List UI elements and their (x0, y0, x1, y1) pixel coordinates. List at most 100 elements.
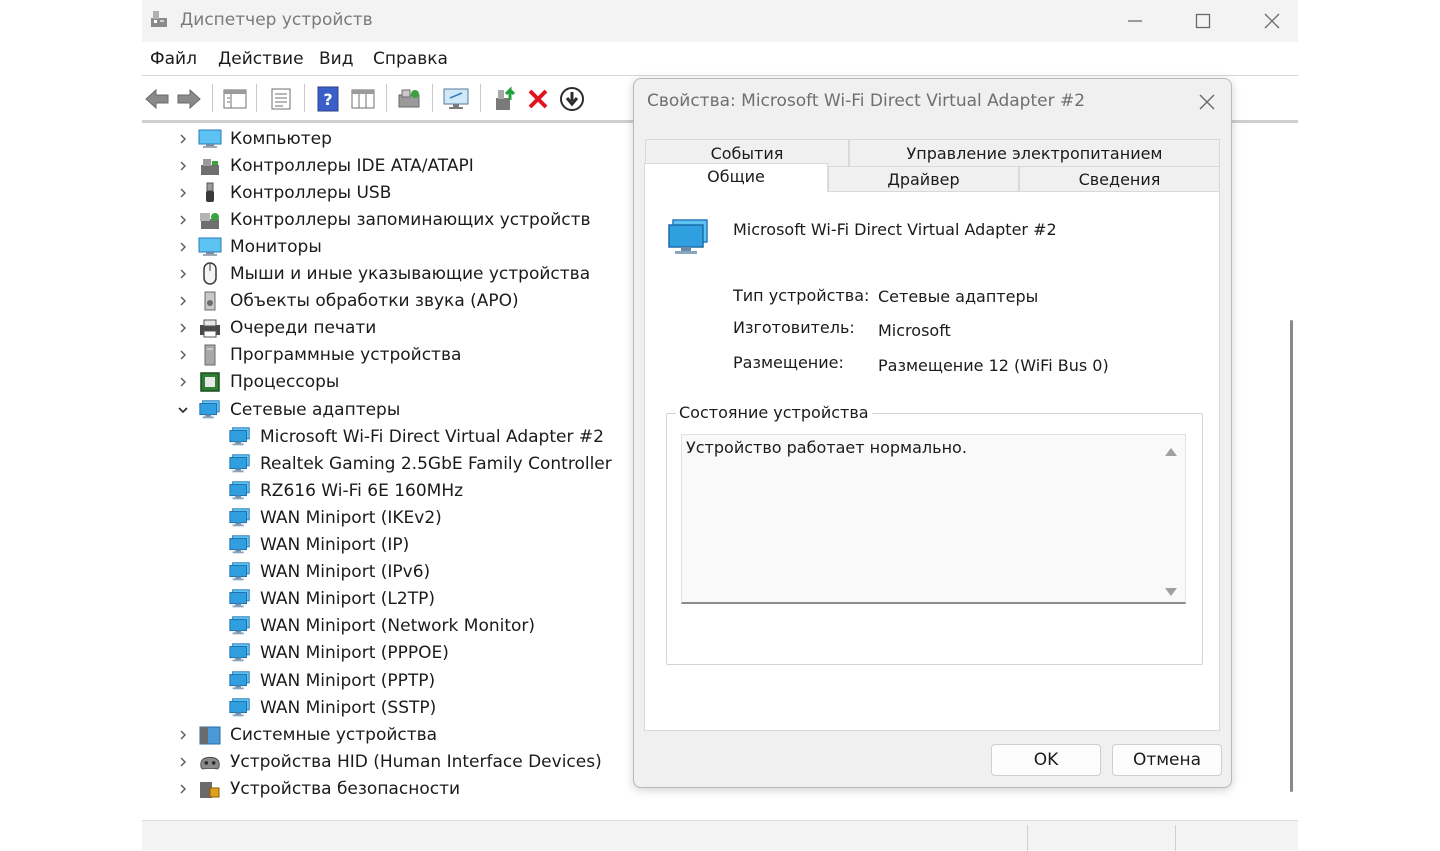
network-adapter-icon (228, 507, 252, 529)
menu-view[interactable]: Вид (319, 49, 353, 69)
uninstall-device-button[interactable] (523, 84, 553, 114)
tree-device-row[interactable]: WAN Miniport (PPTP) (228, 667, 435, 694)
tree-category-row[interactable]: Компьютер (174, 125, 332, 152)
chevron-right-icon[interactable] (174, 288, 192, 315)
toolbar-separator (212, 84, 213, 112)
device-type-label: Тип устройства: (733, 286, 870, 305)
minimize-button[interactable] (1112, 4, 1158, 38)
tab-details[interactable]: Сведения (1019, 166, 1220, 192)
status-bar-divider (1027, 825, 1028, 851)
chevron-right-icon[interactable] (174, 315, 192, 342)
disable-device-icon (560, 87, 584, 111)
chevron-right-icon[interactable] (174, 152, 192, 179)
tree-device-row[interactable]: WAN Miniport (IP) (228, 532, 409, 559)
tree-device-row[interactable]: RZ616 Wi-Fi 6E 160MHz (228, 477, 463, 504)
tree-device-row[interactable]: WAN Miniport (Network Monitor) (228, 613, 535, 640)
cancel-button[interactable]: Отмена (1112, 744, 1222, 776)
scan-hardware-button[interactable] (394, 84, 424, 114)
scan-hardware-icon (398, 89, 420, 108)
close-window-button[interactable] (1249, 4, 1295, 38)
details-view-button[interactable] (348, 84, 378, 114)
chevron-right-icon[interactable] (174, 748, 192, 775)
tree-category-row[interactable]: Устройства безопасности (174, 775, 460, 802)
chevron-right-icon[interactable] (174, 721, 192, 748)
ok-button[interactable]: OK (991, 744, 1101, 776)
tree-device-row[interactable]: WAN Miniport (SSTP) (228, 694, 436, 721)
tree-device-row[interactable]: WAN Miniport (L2TP) (228, 586, 435, 613)
tree-category-label: Устройства безопасности (230, 778, 461, 799)
properties-grid-icon (223, 89, 247, 109)
uninstall-icon (528, 89, 548, 109)
processor-icon (198, 371, 222, 393)
maximize-icon (1195, 13, 1211, 29)
network-adapter-icon (228, 615, 252, 637)
tree-category-label: Системные устройства (230, 724, 438, 745)
tree-category-row[interactable]: Контроллеры IDE ATA/ATAPI (174, 152, 474, 179)
update-driver-button[interactable] (490, 84, 520, 114)
scroll-down-arrow-icon[interactable] (1164, 583, 1178, 596)
menu-bar: Файл Действие Вид Справка (142, 42, 1298, 76)
tab-driver[interactable]: Драйвер (828, 166, 1019, 192)
tree-device-row[interactable]: WAN Miniport (PPPOE) (228, 640, 449, 667)
network-adapter-icon (198, 399, 222, 421)
tree-device-row[interactable]: Realtek Gaming 2.5GbE Family Controller (228, 450, 612, 477)
tree-category-row-expanded[interactable]: Сетевые адаптеры (174, 396, 400, 423)
chevron-right-icon[interactable] (174, 342, 192, 369)
toolbar-separator (480, 84, 481, 112)
toolbar-separator (304, 84, 305, 112)
device-status-textbox[interactable]: Устройство работает нормально. (681, 434, 1186, 604)
list-view-icon (271, 88, 291, 110)
chevron-right-icon[interactable] (174, 369, 192, 396)
security-device-icon (198, 778, 222, 800)
help-button[interactable]: ? (313, 84, 343, 114)
title-bar[interactable]: Диспетчер устройств (142, 0, 1298, 42)
chevron-down-icon[interactable] (174, 396, 192, 423)
tree-category-row[interactable]: Устройства HID (Human Interface Devices) (174, 748, 602, 775)
menu-file[interactable]: Файл (150, 49, 197, 69)
tree-category-row[interactable]: Системные устройства (174, 721, 437, 748)
properties-button[interactable] (266, 84, 296, 114)
show-hide-console-tree-button[interactable] (220, 84, 250, 114)
tree-category-row[interactable]: Мониторы (174, 233, 322, 260)
chevron-right-icon[interactable] (174, 233, 192, 260)
tree-scrollbar[interactable] (1290, 320, 1293, 792)
menu-help[interactable]: Справка (373, 49, 448, 69)
tab-events[interactable]: События (645, 139, 849, 166)
back-button[interactable] (142, 84, 172, 114)
scroll-up-arrow-icon[interactable] (1164, 443, 1178, 456)
chevron-right-icon[interactable] (174, 261, 192, 288)
general-tab-panel: Microsoft Wi-Fi Direct Virtual Adapter #… (644, 191, 1220, 731)
tree-category-label: Мыши и иные указывающие устройства (230, 264, 591, 284)
tree-category-row[interactable]: Очереди печати (174, 315, 376, 342)
tree-device-label: WAN Miniport (PPTP) (260, 670, 436, 691)
tree-category-row[interactable]: Контроллеры запоминающих устройств (174, 206, 591, 233)
tab-power-management[interactable]: Управление электропитанием (849, 139, 1220, 166)
manufacturer-label: Изготовитель: (733, 318, 855, 337)
network-adapter-icon (228, 642, 252, 664)
back-arrow-icon (145, 88, 169, 110)
usb-icon (198, 182, 222, 204)
menu-action[interactable]: Действие (218, 49, 304, 69)
tree-device-row[interactable]: WAN Miniport (IKEv2) (228, 504, 442, 531)
forward-button[interactable] (174, 84, 204, 114)
remote-computer-button[interactable] (441, 84, 471, 114)
maximize-button[interactable] (1180, 4, 1226, 38)
tree-category-label: Очереди печати (230, 318, 377, 339)
tree-category-row[interactable]: Процессоры (174, 369, 339, 396)
tree-device-row[interactable]: Microsoft Wi-Fi Direct Virtual Adapter #… (228, 423, 604, 450)
chevron-right-icon[interactable] (174, 179, 192, 206)
disable-device-button[interactable] (557, 84, 587, 114)
tree-device-row[interactable]: WAN Miniport (IPv6) (228, 559, 430, 586)
svg-text:?: ? (323, 90, 332, 109)
tree-device-label: WAN Miniport (PPPOE) (260, 643, 449, 664)
tab-general[interactable]: Общие (644, 163, 828, 192)
chevron-right-icon[interactable] (174, 775, 192, 802)
chevron-right-icon[interactable] (174, 125, 192, 152)
network-adapter-icon (228, 426, 252, 448)
tree-category-row[interactable]: Мыши и иные указывающие устройства (174, 261, 590, 288)
chevron-right-icon[interactable] (174, 206, 192, 233)
dialog-close-button[interactable] (1194, 89, 1220, 115)
tree-category-row[interactable]: Объекты обработки звука (APO) (174, 288, 519, 315)
tree-category-row[interactable]: Контроллеры USB (174, 179, 391, 206)
tree-category-row[interactable]: Программные устройства (174, 342, 461, 369)
